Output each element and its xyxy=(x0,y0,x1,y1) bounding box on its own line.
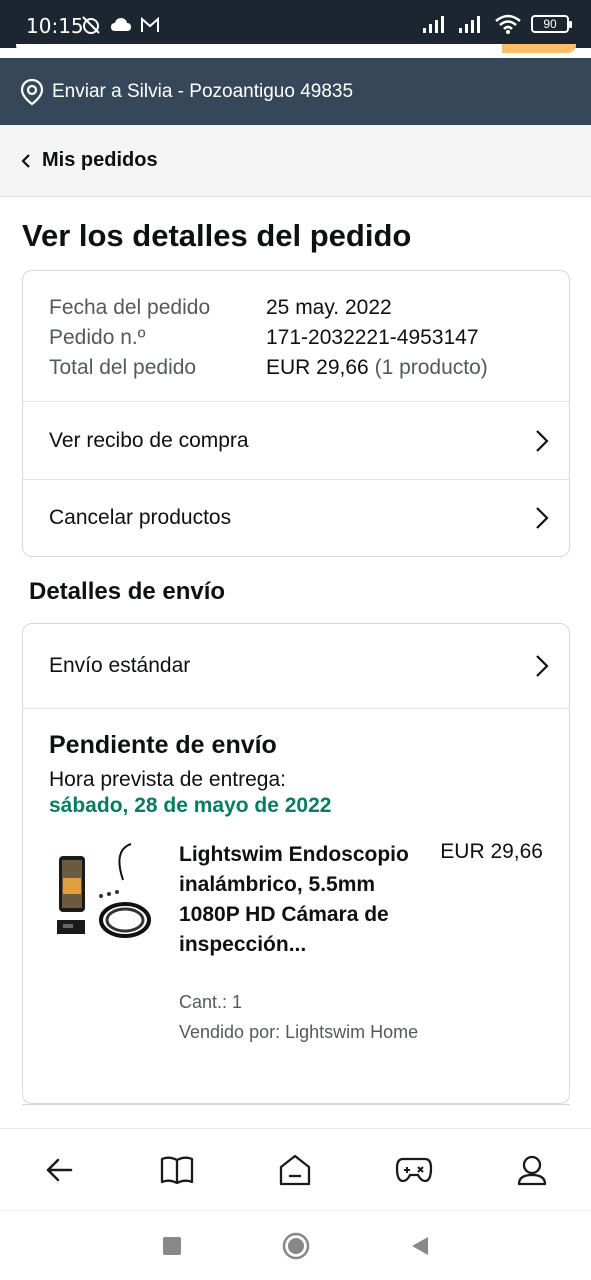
home-circle-icon[interactable] xyxy=(282,1232,310,1260)
shipment-details: Pendiente de envío Hora prevista de entr… xyxy=(23,709,569,1060)
shipping-method-link[interactable]: Envío estándar xyxy=(23,624,569,709)
order-total-count: (1 producto) xyxy=(374,356,488,379)
order-number-row: Pedido n.º 171-2032221-4953147 xyxy=(49,323,543,353)
back-icon xyxy=(46,1158,73,1181)
product-seller: Vendido por: Lightswim Home xyxy=(179,1022,419,1042)
bottom-navigation xyxy=(0,1128,591,1210)
cloud-icon xyxy=(111,18,131,31)
product-title[interactable]: Lightswim Endoscopio inalámbrico, 5.5mm … xyxy=(179,840,419,960)
product-quantity: Cant.: 1 xyxy=(179,992,243,1012)
signal-icon xyxy=(423,16,444,33)
eta-label: Hora prevista de entrega: xyxy=(49,768,286,791)
breadcrumb-label: Mis pedidos xyxy=(42,149,158,171)
product-image[interactable] xyxy=(53,840,153,950)
order-date-value: 25 may. 2022 xyxy=(266,296,392,319)
chevron-right-icon xyxy=(536,429,549,452)
shipping-section-title: Detalles de envío xyxy=(29,578,226,605)
chevron-left-icon xyxy=(21,153,30,168)
nav-profile-button[interactable] xyxy=(502,1140,562,1200)
cancel-products-link[interactable]: Cancelar productos xyxy=(23,479,569,556)
status-time: 10:15 xyxy=(26,14,84,38)
nav-home-button[interactable] xyxy=(265,1140,325,1200)
view-receipt-link[interactable]: Ver recibo de compra xyxy=(23,402,569,479)
location-pin-icon xyxy=(20,78,44,105)
chevron-right-icon xyxy=(536,655,549,677)
gamepad-icon xyxy=(395,1157,432,1182)
profile-icon xyxy=(517,1155,546,1185)
home-icon xyxy=(280,1154,311,1185)
muted-alarm-icon xyxy=(82,16,100,34)
shipping-card: Envío estándar Pendiente de envío Hora p… xyxy=(22,623,570,1104)
search-bar-partial[interactable] xyxy=(16,44,576,53)
deliver-address: Enviar a Silvia - Pozoantiguo 49835 xyxy=(52,80,354,102)
product-price: EUR 29,66 xyxy=(440,840,543,863)
battery-icon: 90 xyxy=(531,15,572,33)
order-number-value: 171-2032221-4953147 xyxy=(266,326,479,349)
notification-icons xyxy=(80,14,160,36)
order-date-row: Fecha del pedido 25 may. 2022 xyxy=(49,293,543,323)
deliver-to-bar[interactable]: Enviar a Silvia - Pozoantiguo 49835 xyxy=(0,58,591,125)
order-total-value: EUR 29,66 (1 producto) xyxy=(266,353,488,383)
order-total-row: Total del pedido EUR 29,66 (1 producto) xyxy=(49,353,543,383)
cancel-products-label: Cancelar productos xyxy=(49,506,232,529)
order-date-label: Fecha del pedido xyxy=(49,296,211,319)
search-button-partial[interactable] xyxy=(502,44,576,53)
order-number-label: Pedido n.º xyxy=(49,326,146,349)
product-item[interactable]: Lightswim Endoscopio inalámbrico, 5.5mm … xyxy=(49,840,543,1060)
page-title: Ver los detalles del pedido xyxy=(22,218,412,253)
status-bar: 10:15 90 xyxy=(0,0,591,48)
shipment-status: Pendiente de envío xyxy=(49,731,277,759)
chevron-right-icon xyxy=(536,507,549,529)
system-status-icons: 90 xyxy=(423,14,572,34)
order-summary-card: Fecha del pedido 25 may. 2022 Pedido n.º… xyxy=(22,270,570,557)
order-total-label: Total del pedido xyxy=(49,356,197,379)
book-icon xyxy=(161,1156,194,1184)
nav-back-button[interactable] xyxy=(29,1140,89,1200)
order-info: Fecha del pedido 25 may. 2022 Pedido n.º… xyxy=(23,271,569,402)
nav-book-button[interactable] xyxy=(147,1140,207,1200)
system-navigation xyxy=(0,1210,591,1280)
eta-date: sábado, 28 de mayo de 2022 xyxy=(49,794,332,817)
divider xyxy=(22,1104,570,1105)
nav-games-button[interactable] xyxy=(384,1140,444,1200)
breadcrumb[interactable]: Mis pedidos xyxy=(0,125,591,197)
gmail-icon xyxy=(141,17,159,32)
recents-icon[interactable] xyxy=(162,1236,182,1256)
signal-2-icon xyxy=(459,16,480,33)
order-total-amount: EUR 29,66 xyxy=(266,356,369,379)
shipping-method-label: Envío estándar xyxy=(49,654,191,677)
wifi-icon xyxy=(495,14,521,34)
view-receipt-label: Ver recibo de compra xyxy=(49,428,249,452)
back-triangle-icon[interactable] xyxy=(410,1235,430,1257)
